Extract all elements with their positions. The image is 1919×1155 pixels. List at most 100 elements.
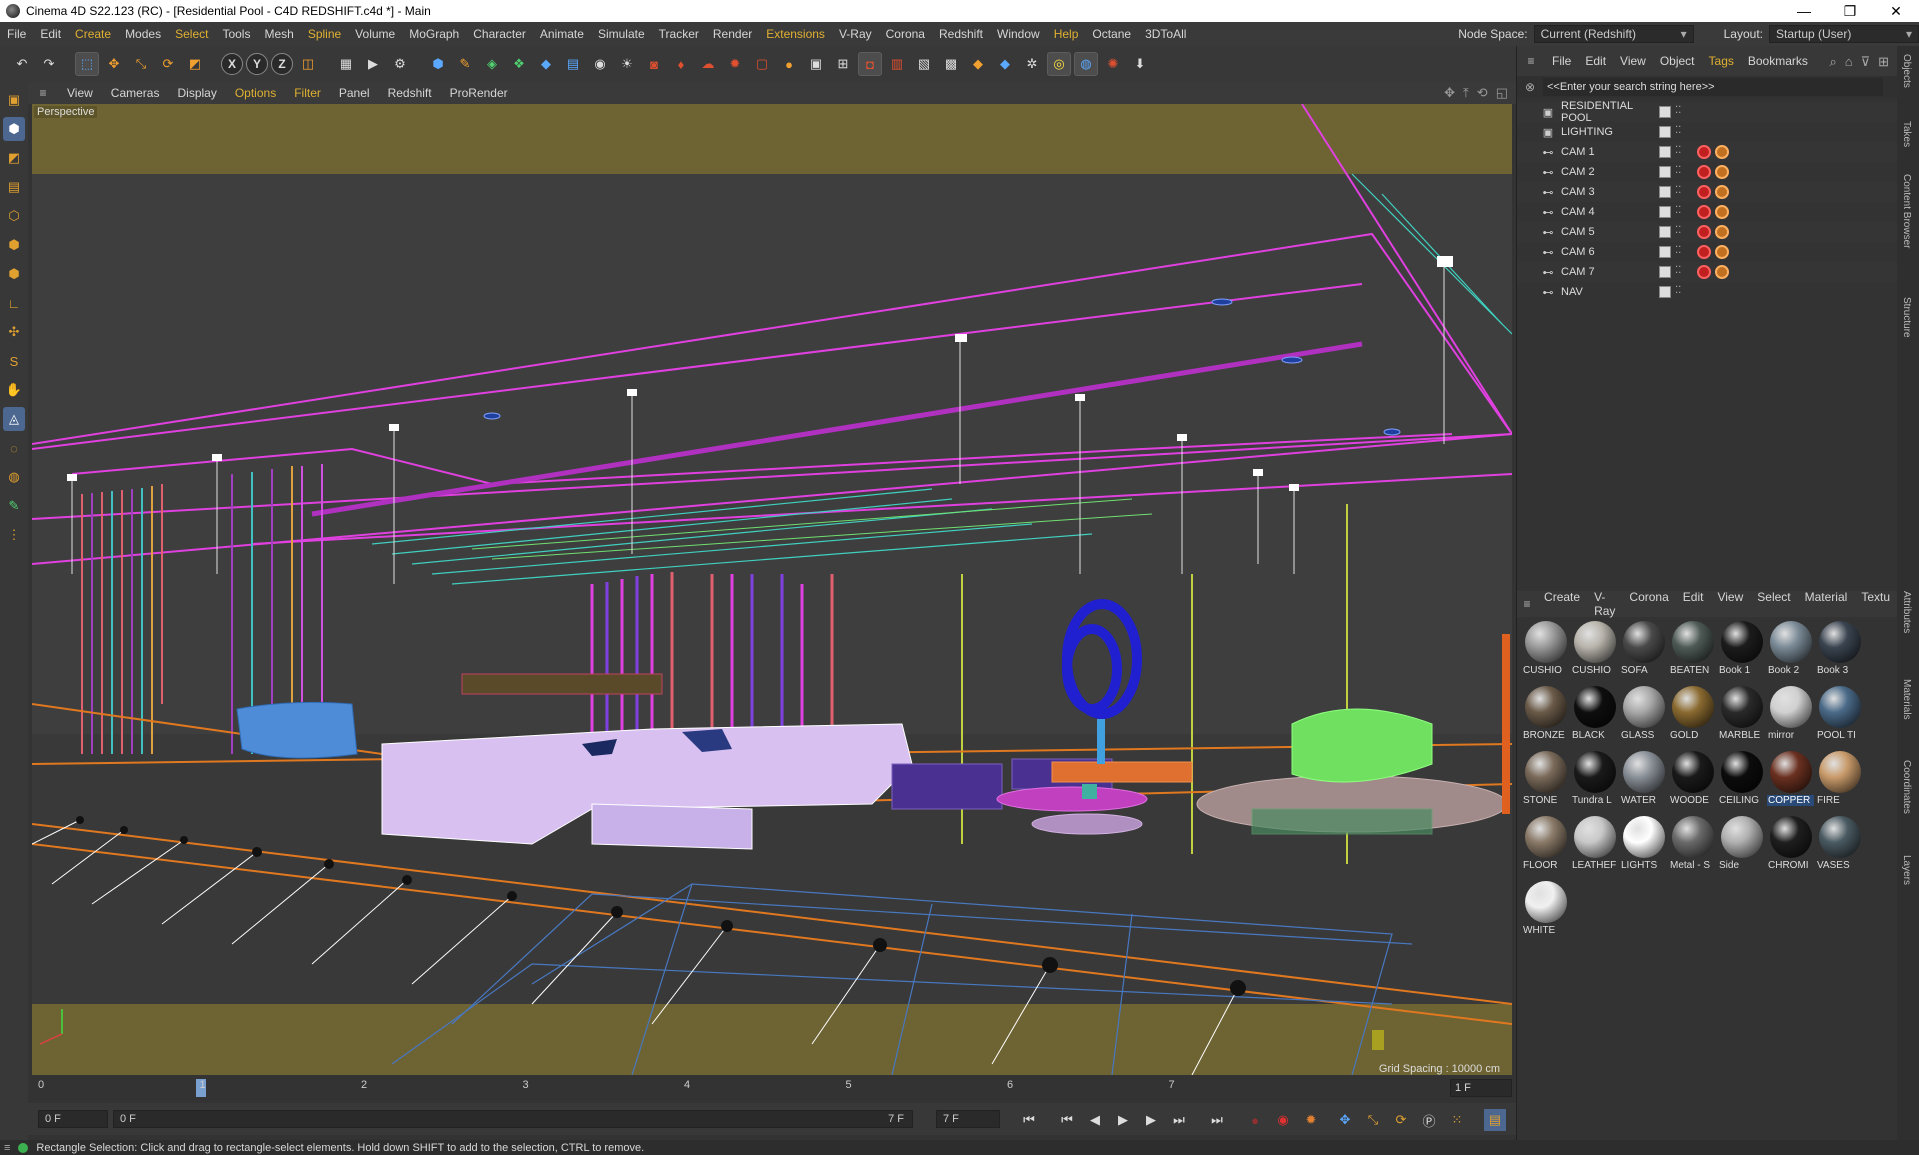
dolly-view-icon[interactable]: ⤒ xyxy=(1463,85,1469,101)
axis-mode-icon[interactable]: ∟ xyxy=(3,291,25,315)
material-swatch[interactable]: CUSHIO xyxy=(1521,619,1570,682)
minimize-button[interactable]: — xyxy=(1781,0,1827,22)
material-swatch[interactable]: mirror xyxy=(1766,684,1815,747)
menu-animate[interactable]: Animate xyxy=(533,27,591,41)
side-tab-content-browser[interactable]: Content Browser xyxy=(1901,174,1912,248)
visibility-dots-icon[interactable]: ⁚⁚ xyxy=(1675,145,1681,156)
menu-3dtoall[interactable]: 3DToAll xyxy=(1138,27,1193,41)
menu-volume[interactable]: Volume xyxy=(348,27,402,41)
timeline-ruler[interactable]: 0 1 2 3 4 5 6 7 1 F xyxy=(28,1075,1516,1103)
redshift-camera-tag-icon[interactable] xyxy=(1697,265,1711,279)
viewport-menu-view[interactable]: View xyxy=(58,86,102,100)
menu-corona[interactable]: Corona xyxy=(879,27,932,41)
menu-window[interactable]: Window xyxy=(990,27,1047,41)
proxy-icon[interactable]: ◘ xyxy=(858,52,882,76)
visibility-dots-icon[interactable]: ⁚⁚ xyxy=(1675,265,1681,276)
material-icon[interactable]: ● xyxy=(777,52,801,76)
object-row-cam-2[interactable]: ⊷ CAM 2 ⁚⁚ xyxy=(1517,162,1897,182)
object-row-cam-7[interactable]: ⊷ CAM 7 ⁚⁚ xyxy=(1517,262,1897,282)
viewport-menu-redshift[interactable]: Redshift xyxy=(379,86,441,100)
material-menu-view[interactable]: View xyxy=(1710,590,1750,618)
toggle-views-icon[interactable]: ◱ xyxy=(1496,85,1508,101)
viewport-hamburger-icon[interactable]: ≡ xyxy=(28,86,58,100)
edit-toggle-icon[interactable] xyxy=(1659,146,1671,158)
edges-mode-icon[interactable]: ⬢ xyxy=(3,233,25,257)
node-space-dropdown[interactable]: Current (Redshift) xyxy=(1533,25,1694,43)
previous-frame-icon[interactable]: ◀ xyxy=(1084,1109,1106,1131)
current-frame-field[interactable]: 1 F xyxy=(1450,1079,1512,1097)
protection-tag-icon[interactable] xyxy=(1715,205,1729,219)
edit-toggle-icon[interactable] xyxy=(1659,266,1671,278)
light-icon[interactable]: ☀ xyxy=(615,52,639,76)
object-menu-tags[interactable]: Tags xyxy=(1702,54,1741,68)
vray-light-icon[interactable]: ◆ xyxy=(993,52,1017,76)
key-scale-icon[interactable]: ⤡ xyxy=(1362,1109,1384,1131)
menu-mograph[interactable]: MoGraph xyxy=(402,27,466,41)
maximize-button[interactable]: ❐ xyxy=(1827,0,1873,22)
y-axis-icon[interactable]: Y xyxy=(246,53,268,75)
object-row-nav[interactable]: ⊷ NAV ⁚⁚ xyxy=(1517,282,1897,302)
3d-viewport[interactable]: Perspective Grid Spacing : 10000 cm xyxy=(32,104,1512,1075)
keyframe-selection-icon[interactable]: ✹ xyxy=(1300,1109,1322,1131)
material-swatch[interactable]: STONE xyxy=(1521,749,1570,812)
edit-toggle-icon[interactable] xyxy=(1659,286,1671,298)
redshift-light-icon[interactable]: ♦ xyxy=(669,52,693,76)
frame-range-slider[interactable]: 0 F 7 F xyxy=(113,1110,913,1128)
object-row-cam-5[interactable]: ⊷ CAM 5 ⁚⁚ xyxy=(1517,222,1897,242)
redshift-camera-tag-icon[interactable] xyxy=(1697,165,1711,179)
rotate-icon[interactable]: ⟳ xyxy=(156,52,180,76)
material-swatch[interactable]: CUSHIO xyxy=(1570,619,1619,682)
paint-icon[interactable]: ✋ xyxy=(3,378,25,402)
material-swatch[interactable]: GLASS xyxy=(1619,684,1668,747)
menu-tracker[interactable]: Tracker xyxy=(652,27,706,41)
material-swatch[interactable]: MARBLE xyxy=(1717,684,1766,747)
redshift-sun-icon[interactable]: ✹ xyxy=(723,52,747,76)
z-axis-icon[interactable]: Z xyxy=(271,53,293,75)
material-swatch[interactable]: BLACK xyxy=(1570,684,1619,747)
download-icon[interactable]: ⬇ xyxy=(1128,52,1152,76)
material-swatch[interactable]: Book 2 xyxy=(1766,619,1815,682)
redshift-camera-tag-icon[interactable] xyxy=(1697,145,1711,159)
material-menu-textu[interactable]: Textu xyxy=(1854,590,1897,618)
object-menu-bookmarks[interactable]: Bookmarks xyxy=(1741,54,1815,68)
sculpt-icon[interactable]: ◬ xyxy=(3,407,25,431)
home-icon[interactable]: ⌂ xyxy=(1845,54,1853,70)
aov-icon[interactable]: ▧ xyxy=(912,52,936,76)
material-swatch[interactable]: WOODE xyxy=(1668,749,1717,812)
object-manager-hamburger-icon[interactable]: ≡ xyxy=(1517,54,1545,68)
material-swatch[interactable]: POOL TI xyxy=(1815,684,1864,747)
clear-search-icon[interactable]: ⊗ xyxy=(1517,80,1543,94)
workplane-icon[interactable]: ▤ xyxy=(3,175,25,199)
material-swatch[interactable]: LIGHTS xyxy=(1619,814,1668,877)
menu-modes[interactable]: Modes xyxy=(118,27,168,41)
material-menu-create[interactable]: Create xyxy=(1537,590,1587,618)
material-swatch[interactable]: Metal - S xyxy=(1668,814,1717,877)
camera-icon[interactable]: ◉ xyxy=(588,52,612,76)
menu-mesh[interactable]: Mesh xyxy=(257,27,300,41)
render-settings-icon[interactable]: ⚙ xyxy=(388,52,412,76)
material-menu-material[interactable]: Material xyxy=(1798,590,1855,618)
edit-toggle-icon[interactable] xyxy=(1659,226,1671,238)
start-frame-field[interactable]: 0 F xyxy=(38,1110,108,1128)
menu-file[interactable]: File xyxy=(0,27,33,41)
material-swatch[interactable]: WHITE xyxy=(1521,879,1570,942)
record-active-icon[interactable]: ● xyxy=(1244,1109,1266,1131)
world-coord-icon[interactable]: ◫ xyxy=(296,52,320,76)
side-tab-takes[interactable]: Takes xyxy=(1901,121,1912,147)
pen-icon[interactable]: ✎ xyxy=(453,52,477,76)
redo-icon[interactable]: ↷ xyxy=(37,52,61,76)
render-picture-icon[interactable]: ▶ xyxy=(361,52,385,76)
material-swatch[interactable]: Book 3 xyxy=(1815,619,1864,682)
orbit-view-icon[interactable]: ⟲ xyxy=(1477,85,1488,101)
material-manager-hamburger-icon[interactable]: ≡ xyxy=(1517,597,1537,611)
menu-character[interactable]: Character xyxy=(466,27,533,41)
material-swatch[interactable]: VASES xyxy=(1815,814,1864,877)
scale-icon[interactable]: ⤡ xyxy=(129,52,153,76)
deformer-icon[interactable]: ◆ xyxy=(534,52,558,76)
points-mode-icon[interactable]: ⬡ xyxy=(3,204,25,228)
object-menu-file[interactable]: File xyxy=(1545,54,1578,68)
x-axis-icon[interactable]: X xyxy=(221,53,243,75)
object-row-lighting[interactable]: ▣ LIGHTING ⁚⁚ xyxy=(1517,122,1897,142)
settings-icon[interactable]: ▩ xyxy=(939,52,963,76)
protection-tag-icon[interactable] xyxy=(1715,245,1729,259)
